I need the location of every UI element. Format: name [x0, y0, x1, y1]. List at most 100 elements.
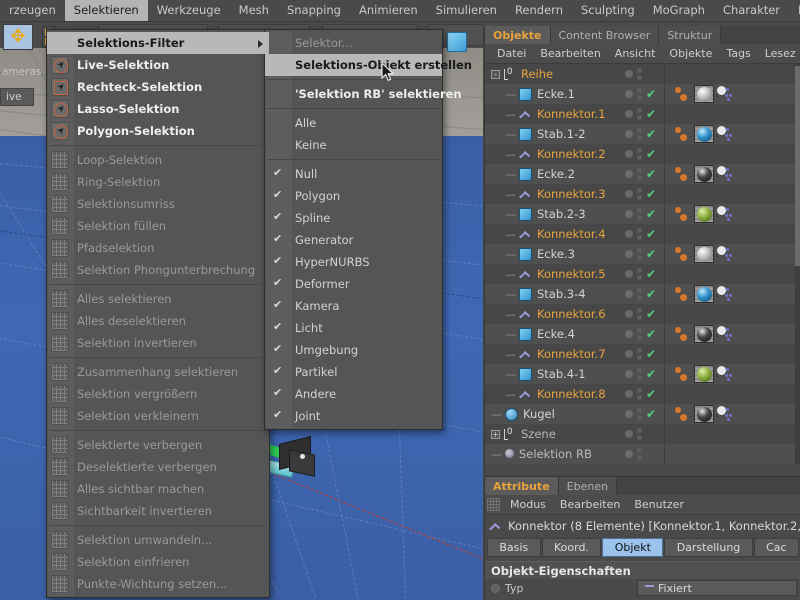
filter-item-kamera[interactable]: ✔ Kamera — [265, 295, 442, 317]
phong-tag-icon[interactable] — [673, 85, 691, 103]
param-tab-cac[interactable]: Cac — [753, 538, 799, 557]
filter-item-selektions-objekt-erstellen[interactable]: Selektions-Objekt erstellen — [265, 54, 472, 76]
visibility-dots[interactable] — [620, 208, 646, 220]
editor-visibility-dot[interactable] — [624, 150, 633, 158]
menu-item-selektion-f-llen[interactable]: Selektion füllen — [47, 215, 269, 237]
om-menu-datei[interactable]: Datei — [490, 47, 533, 60]
menubar-item-animieren[interactable]: Animieren — [350, 0, 427, 21]
table-row[interactable]: — Stab.4-1 ✔ — [485, 364, 800, 384]
object-tree[interactable]: - Reihe — Ecke.1 ✔ — Konnektor.1 ✔ — Stab.1-2 ✔ — Ko… — [485, 64, 800, 464]
table-row[interactable]: — Ecke.2 ✔ — [485, 164, 800, 184]
material-tag-icon[interactable] — [694, 85, 714, 103]
filter-item-selektor[interactable]: Selektor... — [265, 32, 442, 54]
uvw-tag-icon[interactable] — [716, 325, 736, 343]
param-tab-darstellung[interactable]: Darstellung — [664, 538, 753, 557]
menu-item-selektion-vergr-ern[interactable]: Selektion vergrößern — [47, 383, 269, 405]
visibility-dots[interactable] — [620, 88, 646, 100]
tag-cell[interactable] — [664, 64, 800, 84]
menu-item-selektion-einfrieren[interactable]: Selektion einfrieren — [47, 551, 269, 573]
phong-tag-icon[interactable] — [673, 325, 691, 343]
render-visibility-dots[interactable] — [636, 388, 642, 400]
filter-item-spline[interactable]: ✔ Spline — [265, 207, 442, 229]
param-tab-basis[interactable]: Basis — [487, 538, 541, 557]
enabled-checkmark[interactable]: ✔ — [646, 188, 664, 200]
menubar-item-mograph[interactable]: MoGraph — [644, 0, 714, 21]
menu-item-selektionsumriss[interactable]: Selektionsumriss — [47, 193, 269, 215]
object-name-cell[interactable]: + Szene — [485, 427, 620, 441]
material-tag-icon[interactable] — [694, 405, 714, 423]
table-row[interactable]: — Stab.3-4 ✔ — [485, 284, 800, 304]
visibility-dots[interactable] — [620, 188, 646, 200]
enabled-checkmark[interactable]: ✔ — [646, 368, 664, 380]
phong-tag-icon[interactable] — [673, 165, 691, 183]
selektions-filter-submenu[interactable]: Selektor... Selektions-Objekt erstellen 'S… — [264, 29, 472, 430]
menubar-item-simulieren[interactable]: Simulieren — [427, 0, 506, 21]
render-visibility-dots[interactable] — [636, 188, 642, 200]
material-tag-icon[interactable] — [694, 205, 714, 223]
tag-cell[interactable] — [664, 444, 800, 464]
material-tag-icon[interactable] — [694, 325, 714, 343]
attr-menu-benutzer[interactable]: Benutzer — [627, 498, 691, 511]
uvw-tag-icon[interactable] — [716, 85, 736, 103]
menu-item-polygon-selektion[interactable]: Polygon-Selektion — [47, 120, 269, 142]
object-name-cell[interactable]: — Konnektor.4 — [485, 227, 620, 241]
visibility-dots[interactable] — [620, 308, 646, 320]
table-row[interactable]: — Konnektor.5 ✔ — [485, 264, 800, 284]
render-visibility-dots[interactable] — [636, 428, 642, 440]
tag-cell[interactable] — [664, 104, 800, 124]
tag-cell[interactable] — [664, 84, 800, 104]
render-visibility-dots[interactable] — [636, 208, 642, 220]
editor-visibility-dot[interactable] — [624, 450, 633, 458]
tab-attribute[interactable]: Attribute — [485, 477, 559, 495]
menubar-item-werkzeuge[interactable]: Werkzeuge — [148, 0, 230, 21]
menu-item-alles-selektieren[interactable]: Alles selektieren — [47, 288, 269, 310]
object-name-cell[interactable]: — Konnektor.8 — [485, 387, 620, 401]
visibility-dots[interactable] — [620, 428, 646, 440]
tag-cell[interactable] — [664, 224, 800, 244]
menu-item-deselektierte-verbergen[interactable]: Deselektierte verbergen — [47, 456, 269, 478]
render-visibility-dots[interactable] — [636, 408, 642, 420]
filter-item--selektion-rb-selektieren[interactable]: 'Selektion RB' selektieren — [265, 83, 462, 105]
object-name-cell[interactable]: — Konnektor.1 — [485, 107, 620, 121]
filter-item-andere[interactable]: ✔ Andere — [265, 383, 442, 405]
editor-visibility-dot[interactable] — [624, 70, 633, 78]
phong-tag-icon[interactable] — [673, 125, 691, 143]
tag-cell[interactable] — [664, 304, 800, 324]
visibility-dots[interactable] — [620, 348, 646, 360]
material-tag-icon[interactable] — [694, 285, 714, 303]
visibility-dots[interactable] — [620, 368, 646, 380]
om-menu-tags[interactable]: Tags — [719, 47, 757, 60]
phong-tag-icon[interactable] — [673, 285, 691, 303]
tag-cell[interactable] — [664, 404, 800, 424]
enabled-checkmark[interactable]: ✔ — [646, 208, 664, 220]
typ-dropdown[interactable]: Fixiert — [637, 580, 797, 596]
render-visibility-dots[interactable] — [636, 148, 642, 160]
filter-item-keine[interactable]: Keine — [265, 134, 442, 156]
filter-item-polygon[interactable]: ✔ Polygon — [265, 185, 442, 207]
attribute-parameter-tabs[interactable]: Basis Koord. Objekt Darstellung Cac — [487, 538, 800, 557]
menu-item-zusammenhang-selektieren[interactable]: Zusammenhang selektieren — [47, 361, 269, 383]
render-visibility-dots[interactable] — [636, 248, 642, 260]
menu-item-loop-selektion[interactable]: Loop-Selektion — [47, 149, 269, 171]
visibility-dots[interactable] — [620, 248, 646, 260]
enabled-checkmark[interactable]: ✔ — [646, 328, 664, 340]
table-row[interactable]: — Konnektor.8 ✔ — [485, 384, 800, 404]
visibility-dots[interactable] — [620, 148, 646, 160]
expander-toggle[interactable]: + — [491, 429, 500, 439]
menu-item-sichtbarkeit-invertieren[interactable]: Sichtbarkeit invertieren — [47, 500, 269, 522]
enabled-checkmark[interactable]: ✔ — [646, 268, 664, 280]
phong-tag-icon[interactable] — [673, 205, 691, 223]
editor-visibility-dot[interactable] — [624, 90, 633, 98]
uvw-tag-icon[interactable] — [716, 285, 736, 303]
uvw-tag-icon[interactable] — [716, 365, 736, 383]
table-row[interactable]: — Konnektor.2 ✔ — [485, 144, 800, 164]
editor-visibility-dot[interactable] — [624, 110, 633, 118]
uvw-tag-icon[interactable] — [716, 205, 736, 223]
phong-tag-icon[interactable] — [673, 245, 691, 263]
menu-item-selektion-phongunterbrechung[interactable]: Selektion Phongunterbrechung — [47, 259, 269, 281]
visibility-dots[interactable] — [620, 268, 646, 280]
table-row[interactable]: — Selektion RB — [485, 444, 800, 464]
filter-item-partikel[interactable]: ✔ Partikel — [265, 361, 442, 383]
uvw-tag-icon[interactable] — [716, 405, 736, 423]
tag-cell[interactable] — [664, 424, 800, 444]
